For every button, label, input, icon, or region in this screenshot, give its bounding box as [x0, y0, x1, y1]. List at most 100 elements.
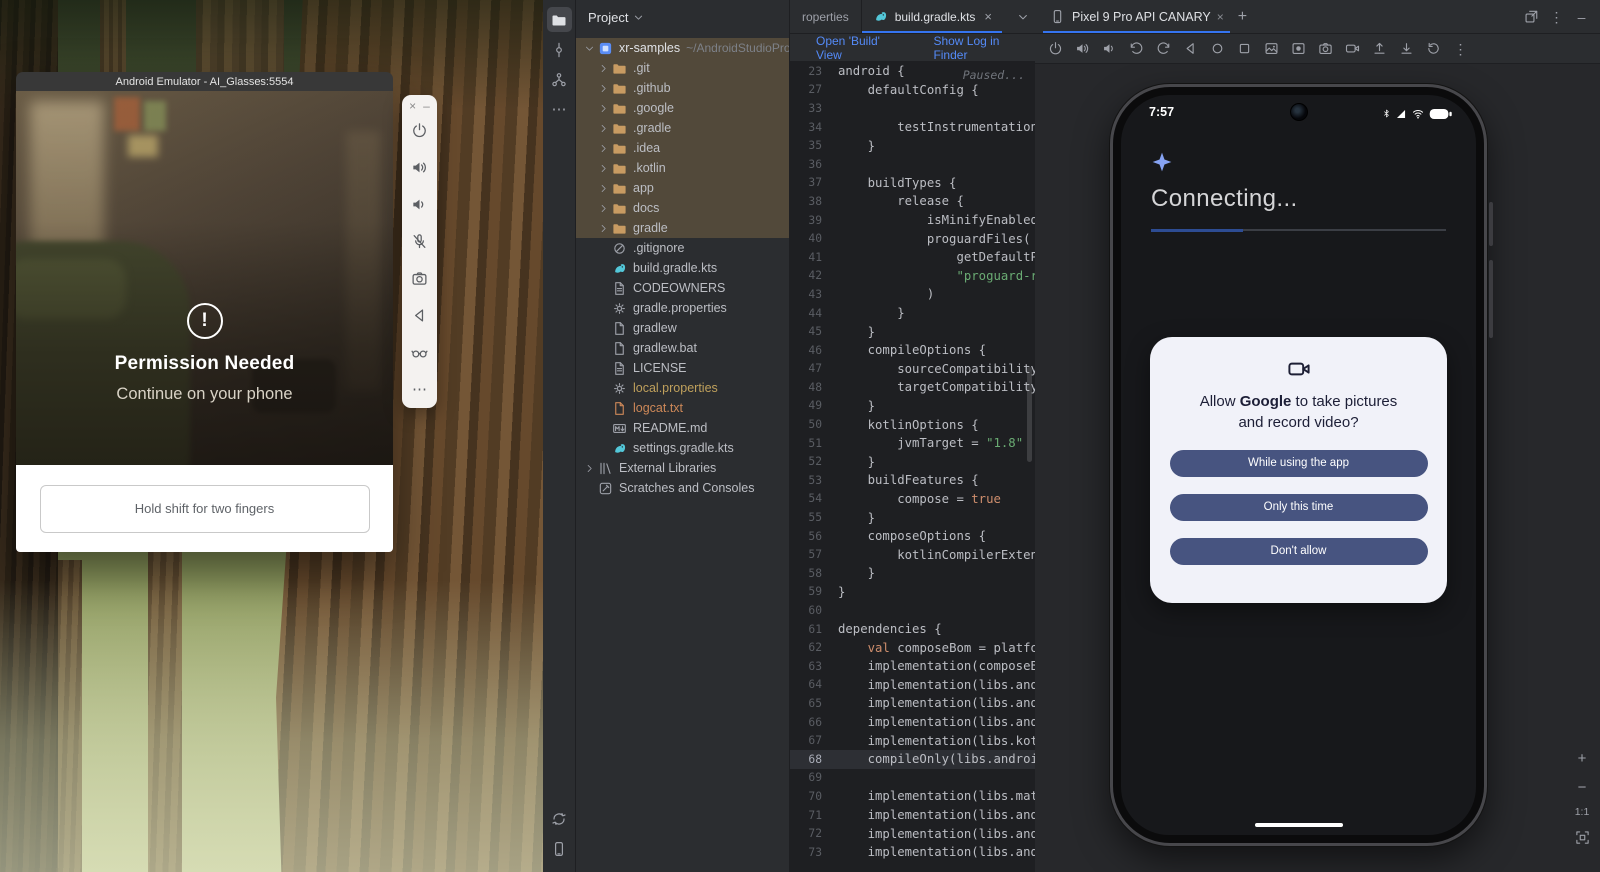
camera-icon[interactable]	[406, 260, 434, 297]
code-line[interactable]: 37 buildTypes {	[790, 174, 1035, 193]
power-icon[interactable]	[1045, 38, 1066, 59]
restore-icon[interactable]	[1423, 38, 1444, 59]
glasses-icon[interactable]	[406, 334, 434, 371]
device-manager-icon[interactable]	[547, 836, 572, 861]
new-tab-icon[interactable]: +	[1238, 8, 1247, 26]
code-line[interactable]: 61dependencies {	[790, 620, 1035, 639]
project-panel-header[interactable]: Project	[576, 0, 789, 34]
volume-down-icon[interactable]	[1099, 38, 1120, 59]
code-line[interactable]: 33	[790, 99, 1035, 118]
phone-screen[interactable]: 7:57 Connecting... Allow Google to take …	[1121, 95, 1476, 835]
while-using-the-app-button[interactable]: While using the app	[1170, 450, 1428, 477]
show-log-in-finder-link[interactable]: Show Log in Finder	[933, 34, 1035, 62]
code-line[interactable]: 60	[790, 601, 1035, 620]
code-line[interactable]: 51 jvmTarget = "1.8"	[790, 434, 1035, 453]
tree-item-readme-md[interactable]: README.md	[576, 418, 789, 438]
volume-down-icon[interactable]	[406, 186, 434, 223]
code-line[interactable]: 34 testInstrumentationR	[790, 118, 1035, 137]
chevron-right-icon[interactable]	[596, 163, 611, 174]
code-line[interactable]: 43 )	[790, 285, 1035, 304]
tree-item-logcat-txt[interactable]: logcat.txt	[576, 398, 789, 418]
more-icon[interactable]: ⋯	[547, 97, 572, 122]
code-line[interactable]: 67 implementation(libs.kotl	[790, 731, 1035, 750]
mic-off-icon[interactable]	[406, 223, 434, 260]
overview-icon[interactable]	[1234, 38, 1255, 59]
code-area[interactable]: 23android {27 defaultConfig {3334 testIn…	[790, 62, 1035, 872]
chevron-right-icon[interactable]	[596, 83, 611, 94]
commit-icon[interactable]	[547, 37, 572, 62]
code-line[interactable]: 71 implementation(libs.andr	[790, 806, 1035, 825]
code-line[interactable]: 56 composeOptions {	[790, 527, 1035, 546]
tree-item-license[interactable]: LICENSE	[576, 358, 789, 378]
home-icon[interactable]	[1207, 38, 1228, 59]
dont-allow-button[interactable]: Don't allow	[1170, 538, 1428, 565]
tab-gradle-properties[interactable]: roperties	[790, 0, 862, 33]
volume-up-icon[interactable]	[406, 149, 434, 186]
tree-item-scratches-and-consoles[interactable]: Scratches and Consoles	[576, 478, 789, 498]
code-line[interactable]: 39 isMinifyEnabled	[790, 211, 1035, 230]
code-line[interactable]: 36	[790, 155, 1035, 174]
zoom-ratio-label[interactable]: 1:1	[1575, 806, 1590, 818]
sync-icon[interactable]	[547, 806, 572, 831]
open-window-icon[interactable]	[1521, 6, 1542, 27]
tree-item--git[interactable]: .git	[576, 58, 789, 78]
code-line[interactable]: 40 proguardFiles(	[790, 229, 1035, 248]
code-line[interactable]: 72 implementation(libs.andr	[790, 824, 1035, 843]
tree-item-gradlew-bat[interactable]: gradlew.bat	[576, 338, 789, 358]
code-line[interactable]: 59}	[790, 583, 1035, 602]
camera-icon[interactable]	[1315, 38, 1336, 59]
tree-item-gradlew[interactable]: gradlew	[576, 318, 789, 338]
code-line[interactable]: 73 implementation(libs.andr	[790, 843, 1035, 862]
rotate-left-icon[interactable]	[1126, 38, 1147, 59]
android-emulator-window[interactable]: Android Emulator - AI_Glasses:5554 ! Per…	[16, 72, 393, 552]
tree-item-external-libraries[interactable]: External Libraries	[576, 458, 789, 478]
back-icon[interactable]	[1180, 38, 1201, 59]
chevron-right-icon[interactable]	[582, 463, 597, 474]
chevron-down-icon[interactable]	[1017, 0, 1029, 33]
tree-item--gradle[interactable]: .gradle	[576, 118, 789, 138]
code-line[interactable]: 62 val composeBom = platfor	[790, 638, 1035, 657]
tab-pixel-9-pro[interactable]: Pixel 9 Pro API CANARY ×	[1043, 0, 1230, 33]
code-line[interactable]: 41 getDefaultPr	[790, 248, 1035, 267]
home-indicator[interactable]	[1255, 823, 1343, 827]
code-line[interactable]: 35 }	[790, 136, 1035, 155]
tree-item-docs[interactable]: docs	[576, 198, 789, 218]
fit-screen-icon[interactable]	[1572, 827, 1592, 847]
download-icon[interactable]	[1396, 38, 1417, 59]
chevron-down-icon[interactable]	[582, 43, 597, 54]
minimize-icon[interactable]: –	[423, 100, 430, 112]
code-line[interactable]: 27 defaultConfig {	[790, 81, 1035, 100]
screenshot-icon[interactable]	[1261, 38, 1282, 59]
close-icon[interactable]: ×	[409, 100, 416, 112]
chevron-right-icon[interactable]	[596, 63, 611, 74]
video-icon[interactable]	[1342, 38, 1363, 59]
only-this-time-button[interactable]: Only this time	[1170, 494, 1428, 521]
chevron-right-icon[interactable]	[596, 203, 611, 214]
zoom-out-icon[interactable]: −	[1572, 777, 1592, 797]
power-icon[interactable]	[406, 112, 434, 149]
tree-item-app[interactable]: app	[576, 178, 789, 198]
record-icon[interactable]	[1288, 38, 1309, 59]
tree-item-settings-gradle-kts[interactable]: settings.gradle.kts	[576, 438, 789, 458]
code-line[interactable]: 63 implementation(composeBo	[790, 657, 1035, 676]
tree-item-gradle-properties[interactable]: gradle.properties	[576, 298, 789, 318]
chevron-right-icon[interactable]	[596, 123, 611, 134]
volume-up-icon[interactable]	[1072, 38, 1093, 59]
open-build-view-link[interactable]: Open 'Build' View	[816, 34, 907, 62]
code-line[interactable]: 57 kotlinCompilerExtens	[790, 545, 1035, 564]
tree-item-build-gradle-kts[interactable]: build.gradle.kts	[576, 258, 789, 278]
tree-item--kotlin[interactable]: .kotlin	[576, 158, 789, 178]
code-line[interactable]: 55 }	[790, 508, 1035, 527]
code-line[interactable]: 48 targetCompatibility	[790, 378, 1035, 397]
code-line[interactable]: 64 implementation(libs.andr	[790, 676, 1035, 695]
tab-build-gradle-kts[interactable]: build.gradle.kts ×	[862, 0, 1002, 33]
tree-item--gitignore[interactable]: .gitignore	[576, 238, 789, 258]
back-icon[interactable]	[406, 297, 434, 334]
code-line[interactable]: 46 compileOptions {	[790, 341, 1035, 360]
code-line[interactable]: 70 implementation(libs.mate	[790, 787, 1035, 806]
tree-item--github[interactable]: .github	[576, 78, 789, 98]
code-line[interactable]: 58 }	[790, 564, 1035, 583]
close-tab-icon[interactable]: ×	[984, 9, 992, 24]
structure-icon[interactable]	[547, 67, 572, 92]
code-line[interactable]: 47 sourceCompatibility	[790, 360, 1035, 379]
